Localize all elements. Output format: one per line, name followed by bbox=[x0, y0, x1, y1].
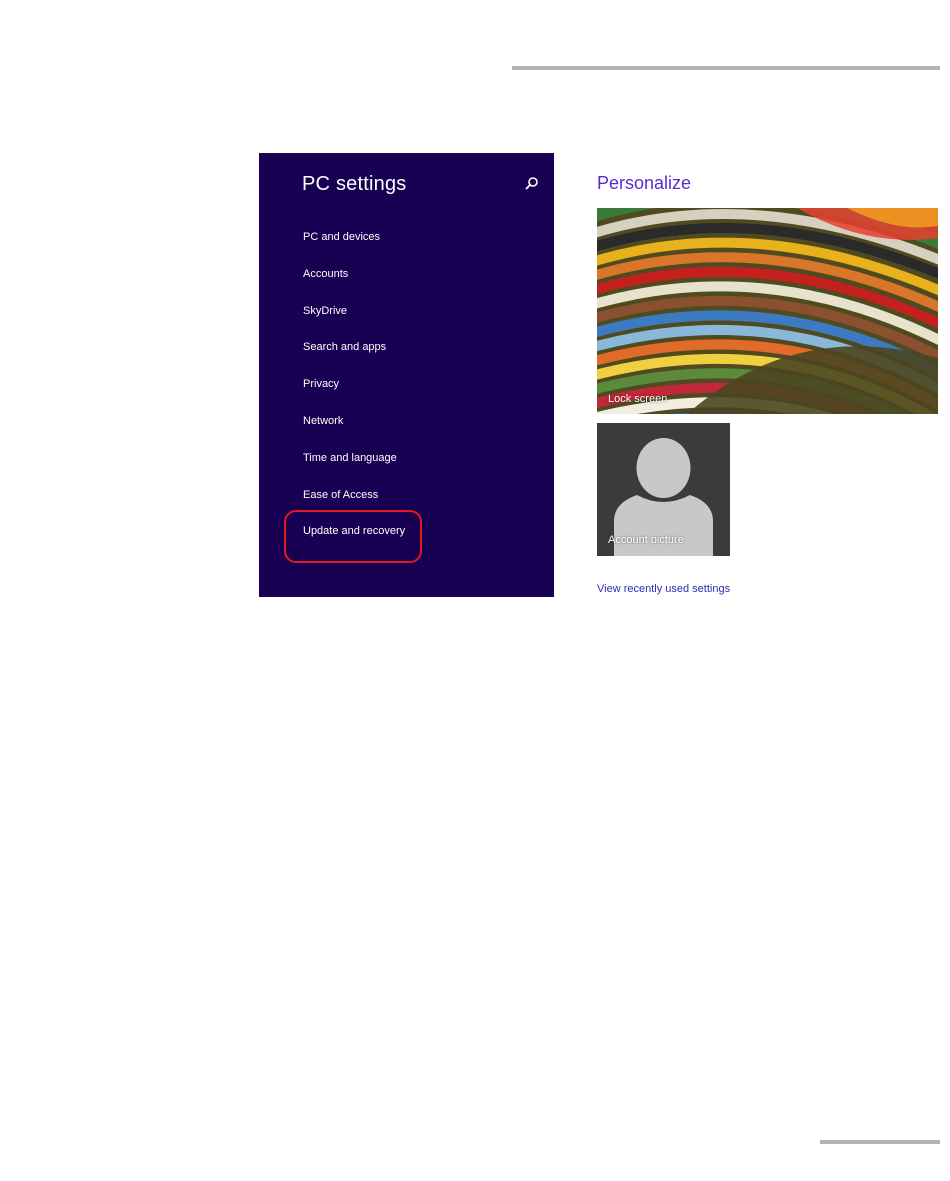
nav-item-network[interactable]: Network bbox=[303, 413, 405, 450]
nav-item-skydrive[interactable]: SkyDrive bbox=[303, 303, 405, 340]
header-rule bbox=[512, 66, 940, 70]
account-picture-tile[interactable]: Account picture bbox=[597, 423, 730, 556]
search-icon bbox=[525, 177, 538, 190]
view-recent-settings-link[interactable]: View recently used settings bbox=[597, 583, 730, 595]
search-button[interactable] bbox=[523, 175, 541, 193]
nav-item-accounts[interactable]: Accounts bbox=[303, 266, 405, 303]
nav-item-privacy[interactable]: Privacy bbox=[303, 376, 405, 413]
nav-title: PC settings bbox=[302, 173, 407, 195]
pc-settings-nav: PC settings PC and devices Accounts SkyD… bbox=[259, 153, 554, 597]
lock-screen-tile[interactable]: Lock screen bbox=[597, 208, 938, 414]
nav-item-search-and-apps[interactable]: Search and apps bbox=[303, 339, 405, 376]
highlight-ring bbox=[284, 510, 422, 563]
nav-item-time-and-language[interactable]: Time and language bbox=[303, 450, 405, 487]
page-title: Personalize bbox=[597, 173, 692, 193]
account-picture-label: Account picture bbox=[608, 534, 684, 546]
nav-item-pc-and-devices[interactable]: PC and devices bbox=[303, 229, 405, 266]
footer-rule bbox=[820, 1140, 940, 1144]
lock-screen-label: Lock screen bbox=[608, 393, 668, 405]
lock-screen-image bbox=[597, 208, 938, 414]
